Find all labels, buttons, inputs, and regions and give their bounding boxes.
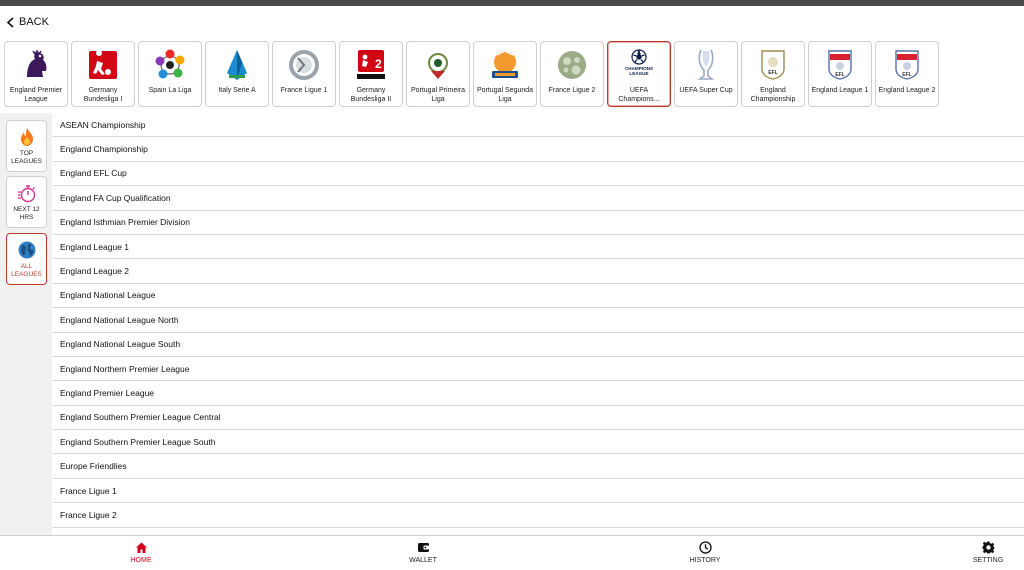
list-item[interactable]: England FA Cup Qualification [53, 186, 1024, 211]
bundesliga2-logo: 2 [354, 48, 388, 82]
sidebar-next-12-hrs[interactable]: NEXT 12 HRS [6, 176, 47, 228]
league-card-label: England League 1 [811, 87, 869, 94]
primeira-liga-logo [421, 48, 455, 82]
ligue2-logo [555, 48, 589, 82]
champions-league-logo: CHAMPIONS LEAGUE [622, 48, 656, 82]
back-label: BACK [19, 16, 49, 28]
league-card-label: England Championship [750, 87, 796, 103]
list-item[interactable]: England National League [53, 284, 1024, 309]
nav-wallet[interactable]: WALLET [393, 541, 453, 564]
svg-text:EFL: EFL [835, 72, 844, 78]
all-leagues-list: ASEAN Championship England Championship … [53, 113, 1024, 535]
league-card-portugal-segunda-liga[interactable]: Portugal Segunda Liga [473, 41, 537, 107]
league-card-england-league-1[interactable]: EFL England League 1 [808, 41, 872, 107]
league-card-label: France Ligue 2 [548, 87, 596, 94]
home-icon [135, 542, 147, 553]
svg-text:EFL: EFL [768, 70, 777, 76]
league-card-label: Spain La Liga [148, 87, 192, 94]
serie-a-logo [220, 48, 254, 82]
bottom-nav: HOME WALLET HISTORY SETTING [0, 535, 1024, 570]
svg-text:LEAGUE: LEAGUE [629, 71, 648, 76]
clock-icon [698, 541, 712, 554]
league-card-label: Germany Bundesliga I [83, 87, 123, 103]
header: BACK [0, 6, 1024, 38]
league-card-england-championship[interactable]: EFL England Championship [741, 41, 805, 107]
league-card-uefa-champions[interactable]: CHAMPIONS LEAGUE UEFA Champions... [607, 41, 671, 107]
league-card-italy-serie-a[interactable]: Italy Serie A [205, 41, 269, 107]
league-card-germany-bundesliga-ii[interactable]: 2 Germany Bundesliga II [339, 41, 403, 107]
list-item[interactable]: England National League South [53, 333, 1024, 357]
list-item[interactable]: Europe Friendlies [53, 454, 1024, 479]
nav-history[interactable]: HISTORY [675, 541, 735, 564]
sidebar-top-leagues-label: TOP LEAGUES [11, 150, 42, 165]
list-item[interactable]: England League 2 [53, 259, 1024, 284]
list-item[interactable]: England Premier League [53, 381, 1024, 406]
premier-league-logo [19, 48, 53, 82]
list-item[interactable]: England League 1 [53, 235, 1024, 260]
league-card-label: France Ligue 1 [280, 87, 328, 94]
sidebar-next-12-hrs-label: NEXT 12 HRS [13, 206, 40, 221]
list-item[interactable]: England Southern Premier League South [53, 430, 1024, 455]
league-card-label: Portugal Primeira Liga [410, 87, 466, 103]
league-card-spain-la-liga[interactable]: Spain La Liga [138, 41, 202, 107]
league-card-label: UEFA Champions... [618, 87, 660, 103]
back-button[interactable]: BACK [6, 16, 49, 28]
league-card-uefa-super-cup[interactable]: UEFA Super Cup [674, 41, 738, 107]
league-card-label: Germany Bundesliga II [350, 87, 392, 103]
league-card-portugal-primeira-liga[interactable]: Portugal Primeira Liga [406, 41, 470, 107]
efl-league1-logo: EFL [823, 48, 857, 82]
league-card-england-league-2[interactable]: EFL England League 2 [875, 41, 939, 107]
league-card-france-ligue-1[interactable]: France Ligue 1 [272, 41, 336, 107]
list-item[interactable]: England Championship [53, 137, 1024, 162]
ligue1-logo [287, 48, 321, 82]
list-item[interactable]: England Southern Premier League Central [53, 406, 1024, 431]
fire-icon [20, 128, 33, 146]
segunda-liga-logo [488, 48, 522, 82]
nav-history-label: HISTORY [689, 557, 721, 564]
chevron-left-icon [6, 16, 14, 28]
sidebar-all-leagues[interactable]: ALL LEAGUES [6, 233, 47, 285]
super-cup-logo [689, 48, 723, 82]
sidebar-top-leagues[interactable]: TOP LEAGUES [6, 120, 47, 172]
nav-home[interactable]: HOME [111, 541, 171, 564]
bundesliga-logo [86, 48, 120, 82]
svg-text:2: 2 [375, 57, 382, 71]
list-item[interactable]: England EFL Cup [53, 162, 1024, 187]
laliga-logo [153, 48, 187, 82]
league-card-france-ligue-2[interactable]: France Ligue 2 [540, 41, 604, 107]
sidebar-all-leagues-label: ALL LEAGUES [11, 263, 42, 278]
list-item[interactable]: England Isthmian Premier Division [53, 211, 1024, 235]
nav-setting[interactable]: SETTING [958, 541, 1018, 564]
league-card-label: Portugal Segunda Liga [476, 87, 534, 103]
league-card-label: England League 2 [878, 87, 936, 94]
league-card-germany-bundesliga-i[interactable]: Germany Bundesliga I [71, 41, 135, 107]
list-item[interactable]: England National League North [53, 308, 1024, 333]
efl-championship-logo: EFL [756, 48, 790, 82]
league-card-label: UEFA Super Cup [679, 87, 733, 94]
nav-home-label: HOME [130, 557, 152, 564]
globe-icon [18, 241, 35, 259]
sidebar: TOP LEAGUES NEXT 12 HRS ALL LEAGUES [0, 113, 52, 535]
stopwatch-icon [17, 185, 35, 203]
league-card-label: Italy Serie A [218, 87, 256, 94]
league-card-label: England Premier League [9, 87, 63, 103]
list-item[interactable]: France Ligue 2 [53, 503, 1024, 528]
league-strip: England Premier League Germany Bundeslig… [4, 41, 939, 107]
list-item[interactable]: England Northern Premier League [53, 357, 1024, 382]
league-card-england-premier-league[interactable]: England Premier League [4, 41, 68, 107]
wallet-icon [417, 543, 429, 552]
svg-text:EFL: EFL [902, 72, 911, 78]
list-item[interactable]: ASEAN Championship [53, 113, 1024, 138]
list-item[interactable]: France Ligue 1 [53, 479, 1024, 504]
nav-wallet-label: WALLET [409, 557, 437, 564]
nav-setting-label: SETTING [972, 557, 1004, 564]
efl-league2-logo: EFL [890, 48, 924, 82]
gear-icon [982, 541, 994, 554]
